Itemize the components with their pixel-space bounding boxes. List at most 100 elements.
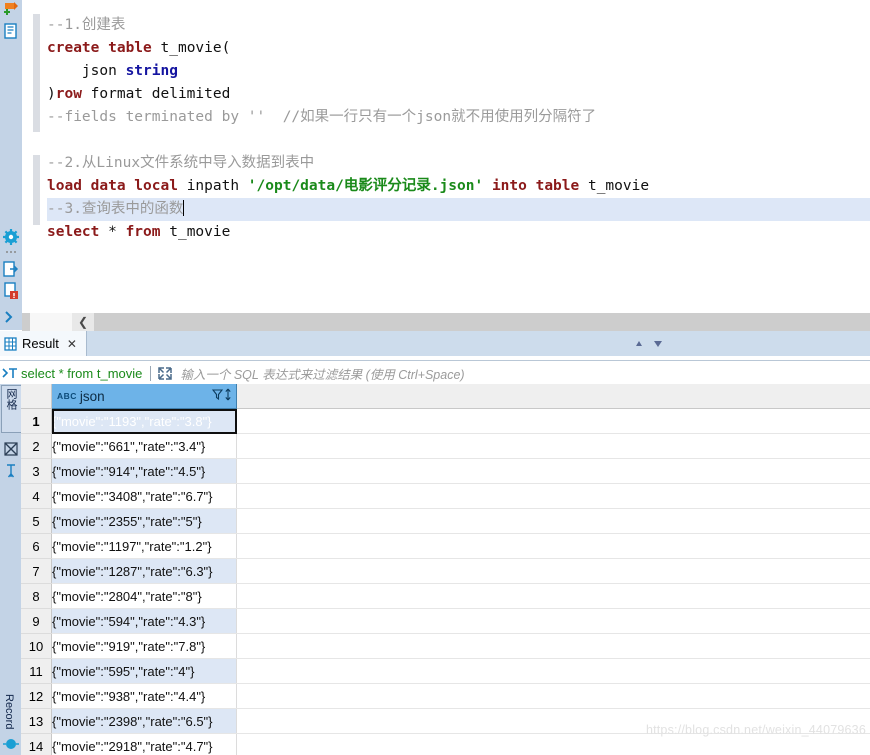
code-line-l4[interactable]: )row format delimited — [47, 83, 870, 106]
table-row[interactable]: 14 {"movie":"2918","rate":"4.7"} — [21, 733, 870, 755]
column-filter-icon[interactable] — [211, 388, 224, 404]
cell-json[interactable]: {"movie":"1193","rate":"3.8"} — [51, 408, 237, 434]
row-number-cell[interactable]: 11 — [21, 658, 52, 684]
sql-editor-pane[interactable]: --1.创建表 create table t_movie( json string… — [22, 0, 870, 312]
row-number-cell[interactable]: 3 — [21, 458, 52, 484]
code-line-l10[interactable]: select * from t_movie — [47, 221, 870, 244]
row-number-cell[interactable]: 10 — [21, 633, 52, 659]
column-type-icon: ABC — [57, 391, 77, 401]
cell-json[interactable]: {"movie":"2355","rate":"5"} — [51, 508, 237, 534]
close-icon[interactable]: ✕ — [67, 337, 77, 351]
row-number-cell[interactable]: 5 — [21, 508, 52, 534]
code-line-l9[interactable]: --3.查询表中的函数 — [47, 198, 870, 221]
filter-divider — [150, 365, 152, 381]
cell-json[interactable]: {"movie":"919","rate":"7.8"} — [51, 633, 237, 659]
code-line-l5[interactable]: --fields terminated by '' //如果一行只有一个json… — [47, 106, 870, 129]
code-token: --3.查询表中的函数 — [47, 201, 184, 217]
code-line-l1[interactable]: --1.创建表 — [47, 14, 870, 37]
cell-json[interactable]: {"movie":"1287","rate":"6.3"} — [51, 558, 237, 584]
code-line-l6[interactable] — [47, 129, 870, 152]
more-options-icon[interactable] — [2, 248, 20, 256]
cell-json[interactable]: {"movie":"2918","rate":"4.7"} — [51, 733, 237, 755]
code-line-l8[interactable]: load data local inpath '/opt/data/电影评分记录… — [47, 175, 870, 198]
table-row[interactable]: 9 {"movie":"594","rate":"4.3"} — [21, 608, 870, 634]
gear-icon[interactable] — [2, 228, 20, 246]
fold-region-2[interactable] — [33, 155, 40, 225]
cell-json[interactable]: {"movie":"938","rate":"4.4"} — [51, 683, 237, 709]
cell-empty — [236, 683, 870, 709]
cell-json[interactable]: {"movie":"3408","rate":"6.7"} — [51, 483, 237, 509]
tab-result[interactable]: Result ✕ — [0, 331, 87, 356]
cell-empty — [236, 583, 870, 609]
expand-arrows-icon[interactable] — [157, 366, 173, 381]
cell-json[interactable]: {"movie":"1197","rate":"1.2"} — [51, 533, 237, 559]
table-row[interactable]: 3 {"movie":"914","rate":"4.5"} — [21, 458, 870, 484]
cell-json[interactable]: {"movie":"914","rate":"4.5"} — [51, 458, 237, 484]
export-data-icon[interactable] — [2, 260, 20, 278]
cell-json[interactable]: {"movie":"2398","rate":"6.5"} — [51, 708, 237, 734]
expand-panel-icon[interactable] — [2, 308, 20, 326]
table-row[interactable]: 7 {"movie":"1287","rate":"6.3"} — [21, 558, 870, 584]
row-number-cell[interactable]: 14 — [21, 733, 52, 755]
row-number-cell[interactable]: 4 — [21, 483, 52, 509]
grid-left-toolbar: 网格 Record — [0, 384, 22, 755]
row-number-cell[interactable]: 1 — [21, 408, 52, 434]
table-row[interactable]: 4 {"movie":"3408","rate":"6.7"} — [21, 483, 870, 509]
cell-empty — [236, 658, 870, 684]
code-token: * — [108, 224, 126, 240]
table-header-row: ABC json — [21, 384, 870, 409]
cell-empty — [236, 433, 870, 459]
table-row[interactable]: 11 {"movie":"595","rate":"4"} — [21, 658, 870, 684]
table-row[interactable]: 1 {"movie":"1193","rate":"3.8"} — [21, 408, 870, 434]
record-icon[interactable] — [2, 735, 20, 753]
panel-updown-arrows[interactable] — [632, 336, 672, 350]
result-tab-strip: Result ✕ — [0, 331, 870, 356]
row-number-cell[interactable]: 13 — [21, 708, 52, 734]
result-grid[interactable]: ABC json 1 {"movie":"1193","rate":"3.8"}… — [21, 384, 870, 755]
execute-script-icon[interactable] — [2, 1, 20, 19]
table-row[interactable]: 2 {"movie":"661","rate":"3.4"} — [21, 433, 870, 459]
cell-json[interactable]: {"movie":"594","rate":"4.3"} — [51, 608, 237, 634]
table-row[interactable]: 13 {"movie":"2398","rate":"6.5"} — [21, 708, 870, 734]
code-token: row — [55, 86, 91, 102]
result-filter-bar[interactable]: select * from t_movie 输入一个 SQL 表达式来过滤结果 … — [0, 360, 870, 386]
result-table: ABC json 1 {"movie":"1193","rate":"3.8"}… — [21, 384, 870, 755]
scrollbar-thumb[interactable] — [30, 313, 72, 331]
row-number-header[interactable] — [21, 384, 52, 409]
record-panel-label[interactable]: Record — [3, 694, 15, 729]
cell-json[interactable]: {"movie":"2804","rate":"8"} — [51, 583, 237, 609]
code-text[interactable]: --1.创建表 create table t_movie( json string… — [47, 14, 870, 244]
code-token: '/opt/data/电影评分记录.json' — [247, 178, 492, 194]
execute-statement-icon[interactable] — [2, 22, 20, 40]
filter-input-placeholder[interactable]: 输入一个 SQL 表达式来过滤结果 (使用 Ctrl+Space) — [180, 364, 464, 383]
table-row[interactable]: 6 {"movie":"1197","rate":"1.2"} — [21, 533, 870, 559]
row-number-cell[interactable]: 8 — [21, 583, 52, 609]
row-number-cell[interactable]: 2 — [21, 433, 52, 459]
code-line-l7[interactable]: --2.从Linux文件系统中导入数据到表中 — [47, 152, 870, 175]
code-line-l2[interactable]: create table t_movie( — [47, 37, 870, 60]
editor-horizontal-scrollbar[interactable]: ❮ — [22, 312, 870, 331]
row-number-cell[interactable]: 12 — [21, 683, 52, 709]
row-number-cell[interactable]: 6 — [21, 533, 52, 559]
column-sort-icon[interactable] — [224, 388, 232, 404]
code-line-l3[interactable]: json string — [47, 60, 870, 83]
column-header-json[interactable]: ABC json — [51, 384, 237, 409]
cell-json[interactable]: {"movie":"661","rate":"3.4"} — [51, 433, 237, 459]
row-number-cell[interactable]: 7 — [21, 558, 52, 584]
filter-query-text[interactable]: select * from t_movie — [21, 366, 142, 381]
fold-region-1[interactable] — [33, 14, 40, 132]
value-viewer-icon[interactable] — [2, 440, 20, 458]
table-row[interactable]: 8 {"movie":"2804","rate":"8"} — [21, 583, 870, 609]
table-row[interactable]: 12 {"movie":"938","rate":"4.4"} — [21, 683, 870, 709]
table-row[interactable]: 5 {"movie":"2355","rate":"5"} — [21, 508, 870, 534]
scroll-left-chevron[interactable]: ❮ — [72, 313, 94, 331]
sort-toggle-icon[interactable] — [2, 462, 20, 480]
cell-json[interactable]: {"movie":"595","rate":"4"} — [51, 658, 237, 684]
cell-empty — [236, 483, 870, 509]
table-row[interactable]: 10 {"movie":"919","rate":"7.8"} — [21, 633, 870, 659]
code-token: from — [125, 224, 170, 240]
code-token: t_movie — [169, 224, 231, 240]
error-log-icon[interactable] — [2, 282, 20, 300]
row-number-cell[interactable]: 9 — [21, 608, 52, 634]
filter-sql-icon[interactable] — [1, 365, 19, 381]
